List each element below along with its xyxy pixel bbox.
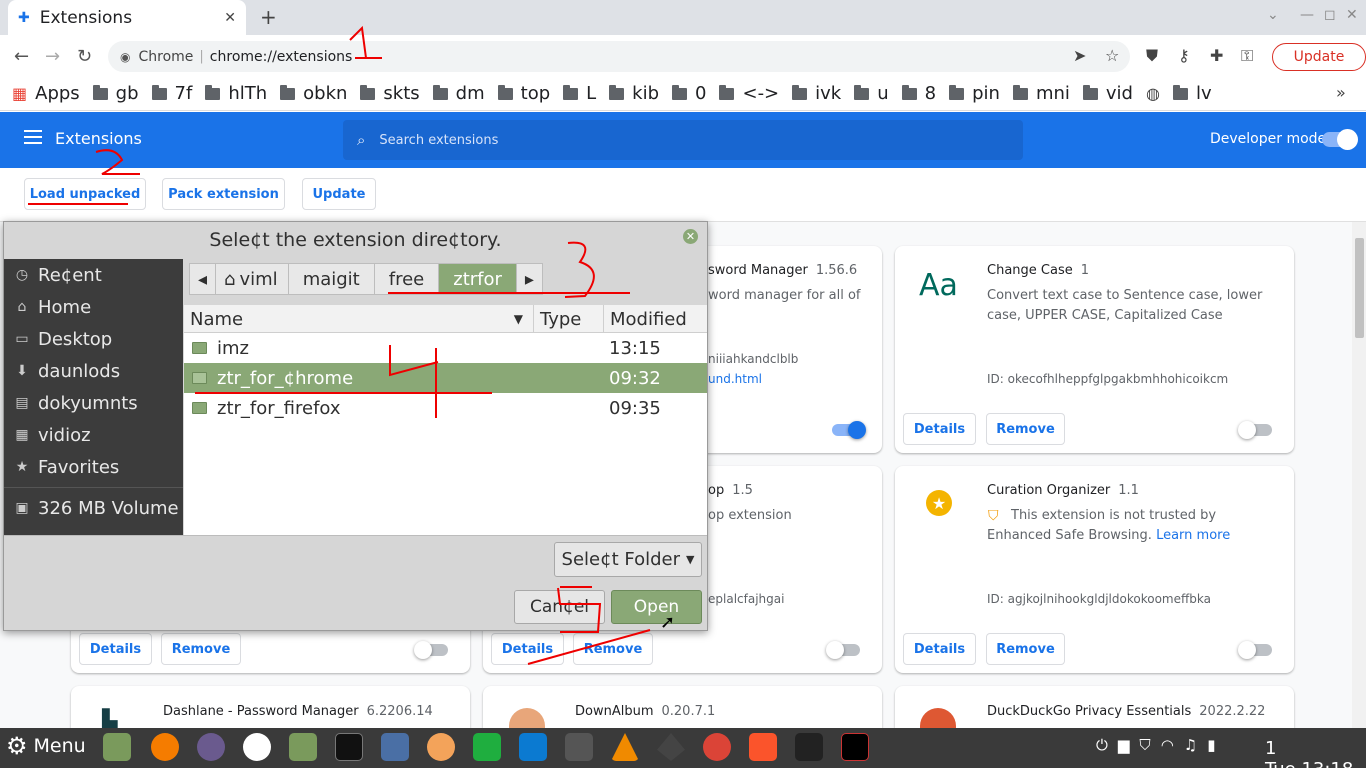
red-annotations <box>28 25 651 665</box>
annotation-5 <box>557 586 602 633</box>
a-app-icon[interactable] <box>243 733 271 761</box>
music-icon[interactable]: ♫ <box>1184 736 1197 754</box>
swirl-app-icon[interactable] <box>427 733 455 761</box>
taskbar-clock[interactable]: 1 Tue,13:18 <box>1265 738 1366 780</box>
annotation-1 <box>349 25 382 59</box>
folder-app-icon[interactable] <box>289 733 317 761</box>
phone-icon[interactable] <box>565 733 593 761</box>
flag-icon[interactable]: ▆ <box>1118 736 1130 754</box>
annotation-arrow <box>527 629 651 665</box>
wifi-icon[interactable]: ◠ <box>1161 736 1174 754</box>
terminal-icon[interactable] <box>335 733 363 761</box>
brave-icon[interactable] <box>749 733 777 761</box>
power-icon[interactable]: ⏻ <box>1096 736 1108 754</box>
annotation-2 <box>95 149 140 175</box>
camera-app-icon[interactable] <box>197 733 225 761</box>
files-app-icon[interactable] <box>103 733 131 761</box>
spreadsheet-icon[interactable] <box>473 733 501 761</box>
start-menu-button[interactable]: ⚙ Menu <box>6 732 86 760</box>
annotation-4 <box>389 345 439 418</box>
shield-icon[interactable]: ⛉ <box>1139 736 1150 754</box>
intellij-icon[interactable] <box>841 733 869 761</box>
battery-icon[interactable]: ▮ <box>1207 736 1215 754</box>
system-tray: ⏻ ▆ ⛉ ◠ ♫ ▮ <box>1096 736 1226 754</box>
clapper-icon[interactable] <box>795 733 823 761</box>
screenshot-icon[interactable] <box>381 733 409 761</box>
vscode-icon[interactable] <box>519 733 547 761</box>
chrome-icon[interactable] <box>703 733 731 761</box>
gear-icon: ⚙ <box>6 732 28 760</box>
firefox-icon[interactable] <box>151 733 179 761</box>
annotation-3 <box>564 241 595 298</box>
